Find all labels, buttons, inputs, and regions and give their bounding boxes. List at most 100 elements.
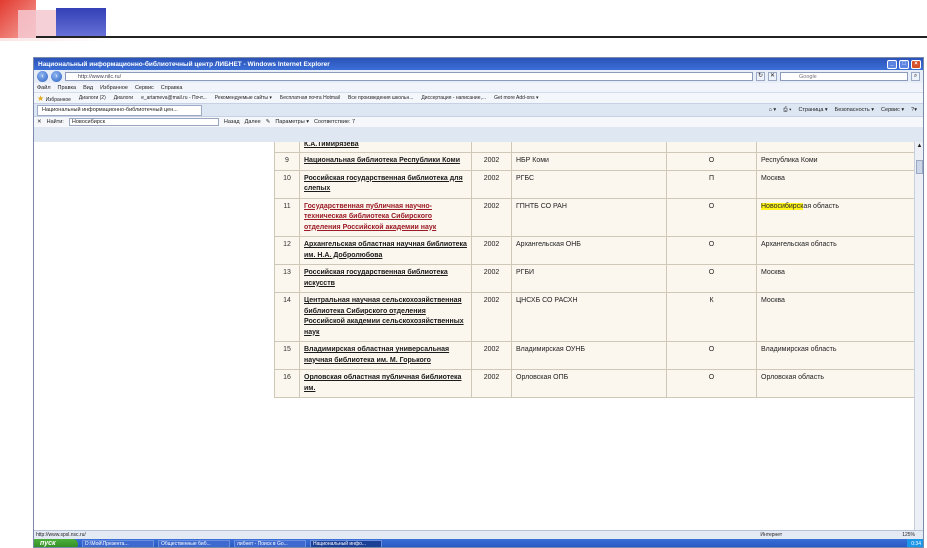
menu-file[interactable]: Файл [37,85,51,91]
row-number [274,142,300,153]
fav-link-3[interactable]: e_artamevа@mail.ru - Почт... [141,95,207,101]
region-text: Архангельская область [761,241,837,248]
table-row: 13 Российская государственная библиотека … [274,264,914,293]
zoom-level[interactable]: 125% [902,532,915,538]
type-cell: П [666,169,757,199]
refresh-icon[interactable]: ↻ [756,72,765,81]
tab-active[interactable]: Национальный информационно-библиотечный … [37,104,202,116]
fav-link-6[interactable]: Все произведения школьн... [348,95,413,101]
help-icon[interactable]: ?▾ [911,107,917,114]
find-next-button[interactable]: Далее [245,119,261,125]
decor-line [36,36,927,38]
row-number: 10 [274,169,300,199]
find-options-button[interactable]: Параметры ▾ [275,119,309,125]
address-bar: ‹ › http://www.nilc.ru/ ↻ ✕ Google ⌕ [34,70,923,83]
cmd-page[interactable]: Страница ▾ [798,107,827,114]
menu-favorites[interactable]: Избранное [100,85,128,91]
year-cell: 2002 [471,197,512,237]
library-link[interactable]: К.А.Тимирязева [304,142,359,148]
start-button[interactable]: пуск [34,539,78,547]
slide: Национальный информационно-библиотечный … [0,0,927,548]
fav-link-4[interactable]: Рекомендуемые сайты ▾ [215,95,272,101]
decor-square-pink [18,10,58,38]
fav-link-2[interactable]: Диалоги [114,95,133,101]
library-link[interactable]: Национальная библиотека Республики Коми [304,157,460,164]
table-row: 11 Государственная публичная научно-техни… [274,197,914,237]
task-4[interactable]: Национальный инфо... [310,540,382,547]
scroll-up-icon[interactable]: ▲ [916,143,923,150]
region-cell: Москва [756,169,914,199]
menu-help[interactable]: Справка [161,85,183,91]
row-number: 11 [274,197,300,237]
star-icon: ★ [37,93,45,103]
region-text: Республика Коми [761,157,818,164]
abbreviation-cell: НБР Коми [511,152,667,171]
forward-icon[interactable]: › [51,71,62,82]
favorites-button[interactable]: Избранное [46,97,71,103]
library-link[interactable]: Орловская областная публичная библиотека… [304,374,461,392]
region-cell: Москва [756,264,914,293]
taskbar: пуск D:\Мой\Презента... Общественные биб… [34,539,923,547]
menu-tools[interactable]: Сервис [135,85,154,91]
region-text: Москва [761,269,785,276]
stop-icon[interactable]: ✕ [768,72,777,81]
back-icon[interactable]: ‹ [37,71,48,82]
menu-bar: Файл Правка Вид Избранное Сервис Справка [34,83,923,92]
library-link[interactable]: Центральная научная сельскохозяйственная… [304,297,464,336]
scroll-thumb[interactable] [916,160,923,174]
search-highlight: Новосибирск [761,202,804,210]
find-bar: ✕ Найти: Новосибирск Назад Далее ✎ Парам… [34,116,923,127]
abbreviation-cell: РГБС [511,169,667,199]
library-link[interactable]: Архангельская областная научная библиоте… [304,241,467,259]
region-text: ая область [803,202,839,210]
print-icon[interactable]: ⎙ ▾ [783,107,791,114]
table-row: 9 Национальная библиотека Республики Коми… [274,152,914,171]
cmd-safety[interactable]: Безопасность ▾ [835,107,874,114]
region-cell: Владимирская область [756,341,914,370]
task-2[interactable]: Общественные биб... [158,540,230,547]
close-button[interactable]: × [911,59,921,69]
cmd-tools[interactable]: Сервис ▾ [881,107,904,114]
menu-view[interactable]: Вид [83,85,93,91]
fav-link-5[interactable]: Бесплатная почта Hotmail [280,95,340,101]
find-input[interactable]: Новосибирск [68,118,219,126]
fav-link-1[interactable]: Диалоги (2) [79,95,106,101]
row-number: 9 [274,152,300,171]
menu-edit[interactable]: Правка [58,85,77,91]
search-icon[interactable]: ⌕ [911,72,920,81]
search-input[interactable]: Google [780,72,908,81]
library-link[interactable]: Государственная публичная научно-техниче… [304,203,436,231]
table-row: 12 Архангельская областная научная библио… [274,236,914,265]
fav-link-7[interactable]: Диссертация - написание,... [421,95,486,101]
address-input[interactable]: http://www.nilc.ru/ [65,72,753,81]
find-prev-button[interactable]: Назад [224,119,240,125]
region-cell: Республика Коми [756,152,914,171]
region-cell: Новосибирская область [756,197,914,237]
year-cell: 2002 [471,236,512,265]
fav-link-8[interactable]: Get more Add-ons ▾ [494,95,538,101]
year-cell: 2002 [471,369,512,398]
libraries-table: К.А.Тимирязева 9 Национальная библиотека Р… [274,142,914,398]
minimize-button[interactable]: _ [887,59,897,69]
type-cell: О [666,369,757,398]
find-label: Найти: [46,119,64,125]
library-name-cell: Орловская областная публичная библиотека… [299,369,472,398]
find-close-button[interactable]: ✕ [37,119,42,125]
library-link[interactable]: Российская государственная библиотека ис… [304,269,448,287]
library-link[interactable]: Российская государственная библиотека дл… [304,175,463,193]
home-icon[interactable]: ⌂ ▾ [769,107,777,114]
window-title: Национальный информационно-библиотечный … [38,60,330,68]
abbreviation-cell: ГПНТБ СО РАН [511,197,667,237]
decor-square-blue [56,8,106,38]
library-name-cell: Российская государственная библиотека дл… [299,169,472,199]
scrollbar[interactable]: ▲ [914,142,923,530]
region-text: Москва [761,297,785,304]
task-1[interactable]: D:\Мой\Презента... [82,540,154,547]
region-cell: Орловская область [756,369,914,398]
task-3[interactable]: либнет - Поиск в Go... [234,540,306,547]
abbreviation-cell: Архангельская ОНБ [511,236,667,265]
library-link[interactable]: Владимирская областная универсальная нау… [304,346,449,364]
maximize-button[interactable]: □ [899,59,909,69]
table-row: К.А.Тимирязева [274,142,914,153]
type-cell: О [666,197,757,237]
